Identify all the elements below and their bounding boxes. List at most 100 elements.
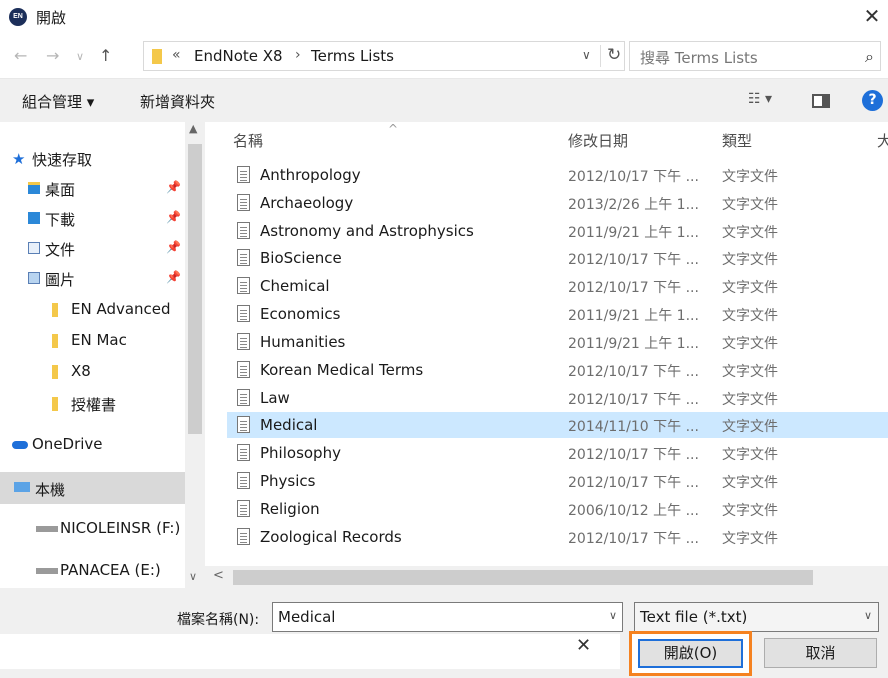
address-dropdown-icon[interactable]: ∨: [582, 48, 591, 62]
nav-item-en-mac[interactable]: EN Mac: [0, 326, 185, 356]
scroll-thumb[interactable]: [188, 144, 202, 434]
file-row[interactable]: Law 2012/10/17 下午 ... 文字文件: [227, 385, 888, 411]
nav-item-pictures[interactable]: 圖片 📌: [0, 264, 185, 294]
file-type: 文字文件: [722, 475, 778, 491]
pin-icon[interactable]: 📌: [166, 270, 181, 284]
address-row: ← → ∨ ↑ « EndNote X8 › Terms Lists ∨ ↻ 搜…: [0, 40, 888, 74]
nav-item-downloads[interactable]: 下載 📌: [0, 204, 185, 234]
file-row[interactable]: Chemical 2012/10/17 下午 ... 文字文件: [227, 273, 888, 299]
scroll-left-icon[interactable]: <: [213, 568, 224, 583]
file-type: 文字文件: [722, 503, 778, 519]
scroll-down-icon[interactable]: ∨: [189, 570, 197, 583]
file-row[interactable]: Archaeology 2013/2/26 上午 1... 文字文件: [227, 190, 888, 216]
help-icon[interactable]: ?: [862, 90, 883, 111]
view-options-icon[interactable]: ☷ ▾: [748, 91, 772, 107]
folder-icon: [52, 365, 58, 379]
address-bar[interactable]: « EndNote X8 › Terms Lists ∨ ↻: [143, 41, 625, 71]
documents-icon: [28, 242, 40, 254]
pin-icon[interactable]: 📌: [166, 210, 181, 224]
file-type: 文字文件: [722, 364, 778, 380]
file-date: 2011/9/21 上午 1...: [568, 308, 699, 324]
chevron-down-icon[interactable]: ∨: [609, 609, 617, 622]
preview-pane-icon[interactable]: [812, 94, 830, 108]
close-icon[interactable]: ✕: [862, 4, 882, 28]
file-row[interactable]: BioScience 2012/10/17 下午 ... 文字文件: [227, 245, 888, 271]
nav-item-x8[interactable]: X8: [0, 357, 185, 387]
file-name: Philosophy: [260, 444, 341, 462]
nav-label: 快速存取: [32, 151, 93, 169]
recent-locations-chevron-icon[interactable]: ∨: [76, 50, 84, 63]
new-folder-button[interactable]: 新增資料夾: [140, 91, 215, 112]
column-header-name[interactable]: 名稱: [233, 130, 263, 151]
file-type: 文字文件: [722, 447, 778, 463]
file-name: Anthropology: [260, 166, 361, 184]
nav-item-drive-e[interactable]: PANACEA (E:): [0, 556, 185, 586]
nav-item-this-pc[interactable]: 本機: [0, 472, 185, 504]
file-row[interactable]: Anthropology 2012/10/17 下午 ... 文字文件: [227, 162, 888, 188]
file-type: 文字文件: [722, 280, 778, 296]
nav-label: X8: [71, 362, 91, 380]
file-row[interactable]: Zoological Records 2012/10/17 下午 ... 文字文件: [227, 524, 888, 550]
file-row[interactable]: Physics 2012/10/17 下午 ... 文字文件: [227, 468, 888, 494]
pictures-icon: [28, 272, 40, 284]
back-arrow-icon[interactable]: ←: [14, 46, 27, 65]
organize-menu[interactable]: 組合管理 ▾: [22, 91, 94, 112]
nav-label: 文件: [45, 241, 76, 259]
column-header-size[interactable]: 大: [877, 130, 888, 151]
scroll-thumb[interactable]: [233, 570, 813, 585]
nav-item-en-advanced[interactable]: EN Advanced: [0, 295, 185, 325]
nav-item-quick-access[interactable]: ★ 快速存取: [0, 144, 185, 174]
horizontal-scrollbar[interactable]: <: [205, 566, 888, 588]
file-name: Medical: [260, 416, 318, 434]
search-box[interactable]: 搜尋 Terms Lists ⌕: [629, 41, 881, 71]
file-row[interactable]: Religion 2006/10/12 上午 ... 文字文件: [227, 496, 888, 522]
refresh-icon[interactable]: ↻: [600, 45, 621, 67]
text-file-icon: [237, 305, 250, 322]
download-icon: [28, 212, 40, 224]
breadcrumb-endnote-x8[interactable]: EndNote X8: [194, 47, 283, 65]
file-row[interactable]: Economics 2011/9/21 上午 1... 文字文件: [227, 301, 888, 327]
nav-item-drive-f[interactable]: NICOLEINSR (F:): [0, 514, 185, 544]
cancel-button[interactable]: 取消: [764, 638, 877, 668]
nav-item-desktop[interactable]: 桌面 📌: [0, 174, 185, 204]
nav-scrollbar[interactable]: ▲ ∨: [185, 122, 205, 588]
nav-item-documents[interactable]: 文件 📌: [0, 234, 185, 264]
file-row[interactable]: Korean Medical Terms 2012/10/17 下午 ... 文字文…: [227, 357, 888, 383]
column-header-date[interactable]: 修改日期: [568, 130, 628, 151]
breadcrumb-separator-icon[interactable]: ›: [295, 47, 301, 63]
command-bar: 組合管理 ▾ 新增資料夾 ☷ ▾ ?: [0, 78, 888, 122]
up-arrow-icon[interactable]: ↑: [99, 46, 112, 65]
file-name: Religion: [260, 500, 320, 518]
overflow-chevron-icon[interactable]: «: [172, 47, 181, 63]
chevron-down-icon[interactable]: ∨: [864, 609, 872, 622]
file-type: 文字文件: [722, 252, 778, 268]
file-type: 文字文件: [722, 225, 778, 241]
forward-arrow-icon[interactable]: →: [46, 46, 59, 65]
text-file-icon: [237, 194, 250, 211]
search-icon[interactable]: ⌕: [865, 47, 874, 67]
file-row-selected[interactable]: Medical 2014/11/10 下午 ... 文字文件: [227, 412, 888, 438]
nav-item-license[interactable]: 授權書: [0, 389, 185, 419]
text-file-icon: [237, 472, 250, 489]
file-date: 2012/10/17 下午 ...: [568, 447, 699, 463]
folder-icon: [152, 49, 162, 64]
text-file-icon: [237, 333, 250, 350]
file-type-filter[interactable]: Text file (*.txt) ∨: [634, 602, 879, 632]
scroll-up-icon[interactable]: ▲: [189, 122, 197, 135]
breadcrumb-terms-lists[interactable]: Terms Lists: [311, 47, 394, 65]
file-row[interactable]: Astronomy and Astrophysics 2011/9/21 上午 1…: [227, 218, 888, 244]
text-file-icon: [237, 416, 250, 433]
file-row[interactable]: Philosophy 2012/10/17 下午 ... 文字文件: [227, 440, 888, 466]
nav-label: EN Advanced: [71, 300, 171, 318]
star-icon: ★: [12, 150, 26, 168]
clear-icon[interactable]: ✕: [576, 635, 591, 656]
file-row[interactable]: Humanities 2011/9/21 上午 1... 文字文件: [227, 329, 888, 355]
file-date: 2011/9/21 上午 1...: [568, 336, 699, 352]
file-name: Zoological Records: [260, 528, 402, 546]
nav-item-onedrive[interactable]: OneDrive: [0, 430, 185, 460]
open-button[interactable]: 開啟(O): [638, 639, 743, 668]
pin-icon[interactable]: 📌: [166, 240, 181, 254]
pin-icon[interactable]: 📌: [166, 180, 181, 194]
column-header-type[interactable]: 類型: [722, 130, 752, 151]
filename-input[interactable]: Medical ∨: [272, 602, 623, 632]
